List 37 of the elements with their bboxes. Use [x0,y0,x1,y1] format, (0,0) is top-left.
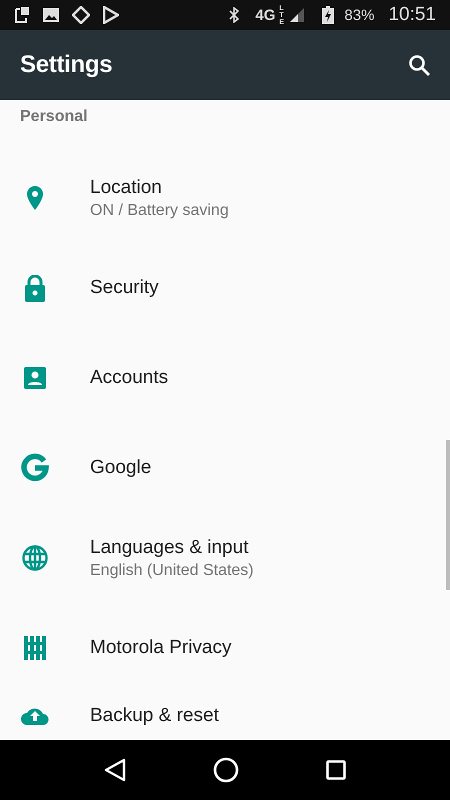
settings-item[interactable]: Languages & input English (United States) [0,513,450,603]
settings-item[interactable]: Location ON / Battery saving [0,153,450,243]
clock: 10:51 [388,4,436,26]
search-icon[interactable] [408,54,430,76]
globe-icon [22,545,48,571]
lock-icon [24,274,46,302]
fence-icon [24,636,46,660]
settings-item[interactable]: Motorola Privacy [0,603,450,693]
item-title: Security [90,277,159,299]
item-title: Languages & input [90,536,250,558]
diamond-icon [72,6,90,24]
settings-item[interactable]: Accounts [0,333,450,423]
home-icon[interactable] [212,757,239,783]
location-pin-icon [27,186,43,210]
g-icon [20,453,50,483]
item-summary: English (United States) [90,562,254,580]
item-summary: ON / Battery saving [90,202,229,220]
network-label: 4G [255,6,276,24]
settings-item[interactable]: Backup & reset [0,693,450,740]
signal-icon [290,8,304,22]
settings-item[interactable]: Security [0,243,450,333]
section-header: Personal [20,108,88,125]
battery-percent: 83% [344,6,374,24]
item-title: Google [90,457,152,479]
item-title: Location [90,176,163,198]
contact-card-icon [24,367,46,389]
play-icon [103,6,119,24]
recents-icon[interactable] [326,760,346,780]
back-icon[interactable] [104,758,126,782]
image-icon [43,7,59,23]
item-title: Backup & reset [90,705,219,727]
item-title: Motorola Privacy [90,637,232,659]
item-title: Accounts [90,367,168,389]
battery-charging-icon [322,6,334,24]
screen-title: Settings [20,51,112,79]
settings-item[interactable]: Google [0,423,450,513]
bluetooth-icon [229,7,240,23]
